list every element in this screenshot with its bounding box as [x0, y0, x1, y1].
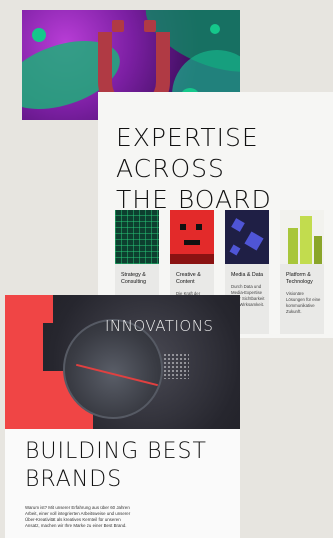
headline-line: EXPERTISE ACROSS: [116, 123, 259, 183]
headline-line: BRANDS: [25, 467, 123, 492]
dot-pattern: [163, 353, 189, 379]
cube-shape: [244, 231, 264, 251]
brands-body-text: Warum ist? Mit unserer Erfahrung aus übe…: [25, 505, 131, 528]
pixel-block: [170, 254, 214, 264]
bar-shape: [288, 228, 298, 264]
expertise-headline: EXPERTISE ACROSS THE BOARD: [116, 122, 326, 215]
tile-title: Creative & Content: [176, 272, 201, 285]
brands-card[interactable]: INNOVATIONS BUILDING BEST BRANDS Warum i…: [5, 295, 240, 538]
bar-shape: [314, 236, 322, 264]
tile-image-grid: [115, 210, 159, 264]
red-block: [43, 295, 53, 323]
cube-shape: [229, 244, 241, 256]
tile-title: Platform & Technology: [286, 272, 313, 285]
paint-bubble: [210, 24, 220, 34]
pixel-block: [180, 224, 186, 230]
paint-bubble: [32, 28, 46, 42]
umlaut-dot: [144, 20, 156, 32]
brands-headline: BUILDING BEST BRANDS: [25, 438, 235, 494]
cube-shape: [231, 218, 245, 232]
pixel-block: [196, 224, 202, 230]
red-block: [5, 295, 43, 429]
tile-title: Strategy & Consulting: [121, 272, 147, 285]
headline-line: BUILDING BEST: [25, 439, 207, 464]
pixel-block: [184, 240, 200, 245]
umlaut-dot: [112, 20, 124, 32]
tile-image-bars: [280, 210, 324, 264]
tile-platform-technology[interactable]: Platform & Technology Visionäre Lösungen…: [280, 210, 324, 334]
innovations-label: INNOVATIONS: [105, 317, 214, 335]
bar-shape: [300, 216, 312, 264]
tile-image-cubes: [225, 210, 269, 264]
tile-text: Visionäre Lösungen für eine kommunikativ…: [286, 291, 321, 314]
tile-title: Media & Data: [231, 272, 264, 278]
innovations-artwork: INNOVATIONS: [5, 295, 240, 429]
tile-image-pixel-face: [170, 210, 214, 264]
